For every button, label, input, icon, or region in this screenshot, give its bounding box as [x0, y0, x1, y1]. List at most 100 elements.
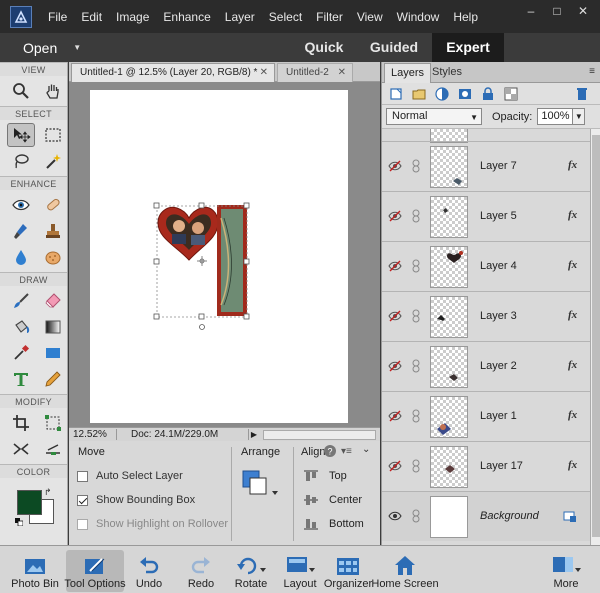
layer-row[interactable]: Layer 17 fx [382, 441, 590, 491]
tab-layers[interactable]: Layers [384, 63, 432, 83]
fx-icon[interactable]: fx [568, 359, 577, 371]
organizer-button[interactable]: Organizer [324, 550, 372, 592]
default-colors-icon[interactable] [15, 518, 23, 526]
maximize-button[interactable]: □ [548, 4, 566, 18]
layer-row[interactable]: Layer 3 fx [382, 291, 590, 341]
panel-menu-icon[interactable]: ≡ [589, 66, 595, 77]
lock-all-icon[interactable] [480, 86, 496, 101]
trash-icon[interactable] [574, 87, 590, 101]
fx-icon[interactable]: fx [568, 309, 577, 321]
redo-button[interactable]: Redo [184, 550, 218, 592]
menu-filter[interactable]: Filter [316, 10, 343, 24]
zoom-icon[interactable] [7, 79, 35, 103]
layer-name[interactable]: Layer 5 [480, 210, 517, 222]
fx-icon[interactable]: fx [568, 409, 577, 421]
menu-window[interactable]: Window [397, 10, 440, 24]
layer-name[interactable]: Layer 3 [480, 310, 517, 322]
eyedropper-icon[interactable] [7, 341, 35, 365]
home-screen-button[interactable]: Home Screen [371, 550, 439, 592]
minimize-button[interactable]: – [522, 4, 540, 18]
align-menu-icon[interactable]: ▾≡ [341, 446, 352, 457]
clone-stamp-icon[interactable] [39, 219, 67, 243]
more-button[interactable]: More [548, 550, 584, 592]
move-icon[interactable] [7, 123, 35, 147]
close-icon[interactable]: ✕ [338, 64, 346, 82]
hidden-eye-icon[interactable] [388, 460, 402, 472]
blur-icon[interactable] [7, 245, 35, 269]
arrange-icon[interactable] [241, 469, 281, 501]
fx-icon[interactable]: fx [568, 209, 577, 221]
lock-transparency-icon[interactable] [503, 87, 519, 101]
hand-icon[interactable] [39, 79, 67, 103]
foreground-color-swatch[interactable] [17, 490, 42, 515]
layer-row[interactable]: Layer 5 fx [382, 191, 590, 241]
gradient-icon[interactable] [39, 315, 67, 339]
canvas-area[interactable] [69, 82, 380, 427]
layer-row-background[interactable]: Background [382, 491, 590, 541]
fx-icon[interactable]: fx [568, 159, 577, 171]
tab-expert[interactable]: Expert [432, 33, 504, 62]
new-layer-icon[interactable] [388, 87, 404, 101]
menu-file[interactable]: File [48, 10, 67, 24]
sponge-icon[interactable] [39, 245, 67, 269]
link-icon[interactable] [412, 359, 420, 373]
swap-colors-icon[interactable]: ↱ [44, 487, 52, 498]
tab-document-untitled-1[interactable]: Untitled-1 @ 12.5% (Layer 20, RGB/8) * ✕ [71, 63, 275, 82]
blend-mode-select[interactable]: Normal ▼ [386, 108, 482, 125]
lasso-icon[interactable] [7, 149, 35, 173]
layer-row[interactable]: Layer 1 fx [382, 391, 590, 441]
layer-name[interactable]: Layer 4 [480, 260, 517, 272]
menu-image[interactable]: Image [116, 10, 149, 24]
layer-row[interactable]: Layer 4 fx [382, 241, 590, 291]
fx-icon[interactable]: fx [568, 459, 577, 471]
magic-wand-icon[interactable] [39, 149, 67, 173]
layer-name[interactable]: Layer 2 [480, 360, 517, 372]
spot-healing-icon[interactable] [39, 193, 67, 217]
link-icon[interactable] [412, 209, 420, 223]
menu-edit[interactable]: Edit [81, 10, 102, 24]
menu-enhance[interactable]: Enhance [163, 10, 210, 24]
link-icon[interactable] [412, 159, 420, 173]
link-icon[interactable] [412, 509, 420, 523]
checkbox-box[interactable] [77, 518, 88, 530]
hidden-eye-icon[interactable] [388, 360, 402, 372]
horizontal-scrollbar[interactable] [263, 429, 376, 440]
undo-button[interactable]: Undo [132, 550, 166, 592]
hidden-eye-icon[interactable] [388, 260, 402, 272]
shape-icon[interactable] [39, 341, 67, 365]
zoom-level-field[interactable]: 12.52% [69, 429, 117, 440]
rotate-button[interactable]: Rotate [231, 550, 271, 592]
chevron-down-icon[interactable]: ⌄ [362, 444, 370, 455]
paint-bucket-icon[interactable] [7, 315, 35, 339]
chevron-down-icon[interactable]: ▼ [573, 108, 586, 125]
layer-name[interactable]: Layer 17 [480, 460, 523, 472]
photo-bin-button[interactable]: Photo Bin [8, 550, 62, 592]
eye-icon[interactable] [388, 510, 402, 522]
fx-icon[interactable]: fx [568, 259, 577, 271]
type-icon[interactable] [7, 367, 35, 391]
hidden-eye-icon[interactable] [388, 410, 402, 422]
tab-guided[interactable]: Guided [360, 33, 428, 62]
help-icon[interactable]: ? [323, 444, 337, 458]
hidden-eye-icon[interactable] [388, 210, 402, 222]
adjustment-layer-icon[interactable] [434, 86, 450, 101]
new-group-icon[interactable] [411, 87, 427, 101]
red-eye-icon[interactable] [7, 193, 35, 217]
link-icon[interactable] [412, 409, 420, 423]
close-icon[interactable]: ✕ [260, 64, 268, 82]
chevron-down-icon[interactable]: ▼ [73, 43, 81, 52]
layer-row[interactable]: Layer 2 fx [382, 341, 590, 391]
opacity-input[interactable]: 100% [537, 108, 574, 125]
layer-list[interactable]: Layer 7 fx Layer 5 fx Layer 4 fx Layer 3… [382, 129, 590, 545]
straighten-icon[interactable] [39, 437, 67, 461]
marquee-icon[interactable] [39, 123, 67, 147]
pencil-icon[interactable] [39, 367, 67, 391]
chevron-right-icon[interactable]: ▶ [249, 430, 259, 439]
layout-button[interactable]: Layout [281, 550, 319, 592]
crop-icon[interactable] [7, 411, 35, 435]
layer-name[interactable]: Layer 7 [480, 160, 517, 172]
auto-select-layer-checkbox[interactable]: Auto Select Layer [77, 470, 183, 482]
menu-help[interactable]: Help [453, 10, 478, 24]
link-icon[interactable] [412, 259, 420, 273]
layer-name[interactable]: Background [480, 510, 539, 522]
